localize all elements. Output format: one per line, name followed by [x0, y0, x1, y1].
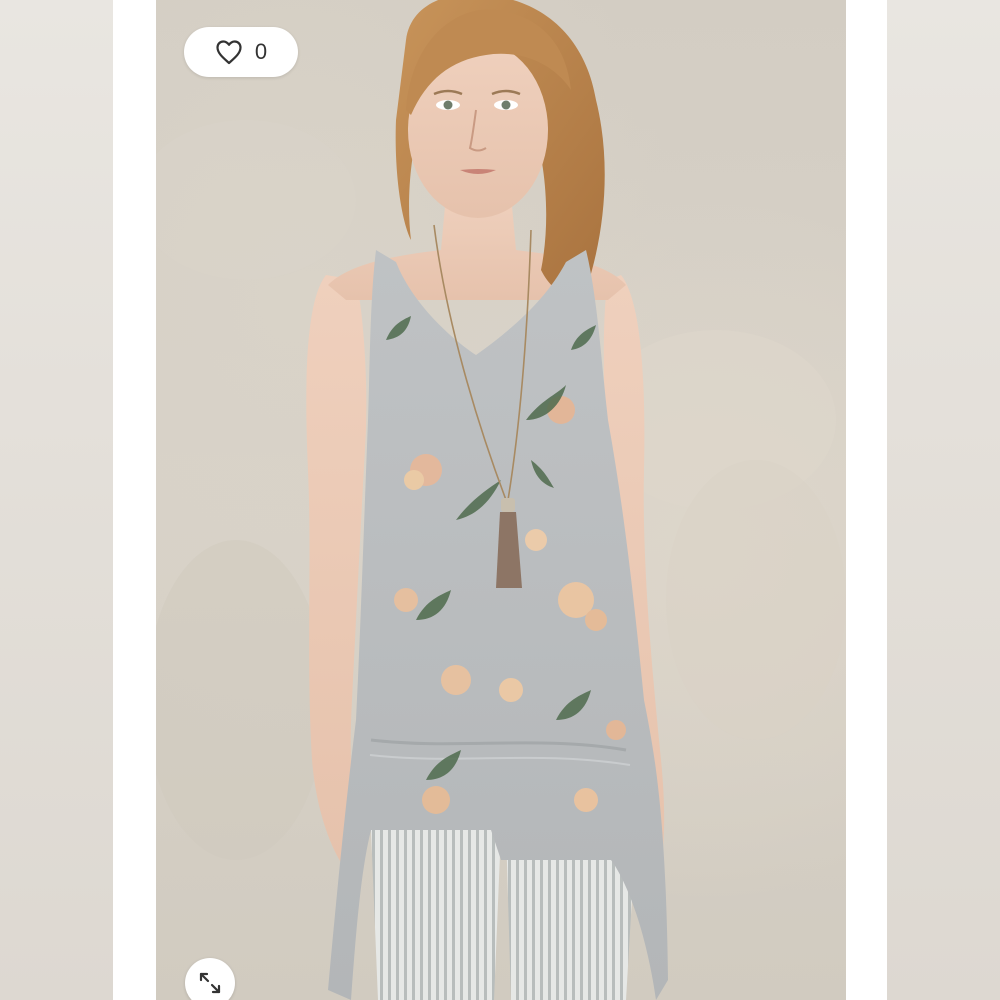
right-gutter: [846, 0, 887, 1000]
expand-button[interactable]: [185, 958, 235, 1000]
product-photo[interactable]: [156, 0, 846, 1000]
like-count: 0: [254, 39, 268, 64]
heart-outline-icon: [216, 40, 242, 65]
like-button[interactable]: 0: [184, 27, 298, 77]
blurred-left-panel: [0, 0, 113, 1000]
left-gutter: [113, 0, 156, 1000]
expand-arrows-icon: [199, 972, 221, 994]
blurred-right-panel: [887, 0, 1000, 1000]
photo-illustration: [156, 0, 846, 1000]
photo-viewer: 0: [0, 0, 1000, 1000]
